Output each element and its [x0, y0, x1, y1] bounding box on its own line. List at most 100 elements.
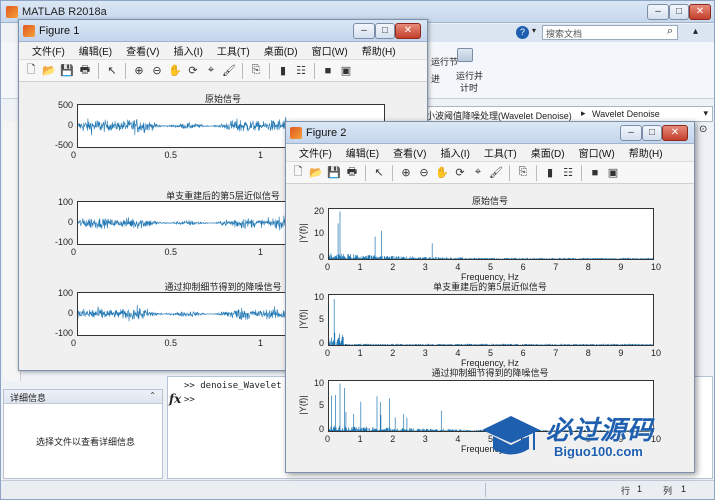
status-col-value: 1 [681, 484, 687, 494]
x-tick-label: 2 [390, 348, 396, 358]
search-icon[interactable]: ⌕ [667, 25, 673, 38]
legend-icon[interactable]: ☷ [560, 165, 576, 181]
menu-item[interactable]: 插入(I) [433, 145, 476, 160]
print-icon[interactable]: 🖶 [344, 165, 360, 181]
print-icon[interactable]: 🖶 [77, 63, 93, 79]
menu-item[interactable]: 工具(T) [477, 145, 524, 160]
ribbon-run-section-label[interactable]: 运行节 [431, 55, 458, 68]
menu-item[interactable]: 桌面(D) [257, 43, 305, 58]
menu-item[interactable]: 帮助(H) [622, 145, 670, 160]
menu-item[interactable]: 文件(F) [292, 145, 339, 160]
figure1-maximize-button[interactable]: □ [375, 23, 395, 39]
menu-item[interactable]: 编辑(E) [339, 145, 386, 160]
menu-item[interactable]: 插入(I) [166, 43, 209, 58]
figure2-plot-axes [328, 294, 654, 346]
close-button[interactable]: ✕ [689, 4, 711, 20]
open-file-icon[interactable]: 📂 [308, 165, 324, 181]
x-tick-label: 7 [553, 262, 559, 272]
details-text: 选择文件以查看详细信息 [36, 437, 136, 447]
select-pointer-icon[interactable]: ↖ [371, 165, 387, 181]
toolbar-separator [536, 164, 537, 181]
y-tick-label: 0 [67, 120, 73, 130]
y-axis-label: |Y(f)| [298, 395, 308, 415]
colorbar-icon[interactable]: ▮ [275, 63, 291, 79]
save-icon[interactable]: 💾 [326, 165, 342, 181]
graduation-cap-icon [482, 416, 540, 455]
figure2-close-button[interactable]: ✕ [662, 125, 688, 141]
save-icon[interactable]: 💾 [59, 63, 75, 79]
y-tick-label: 0 [67, 308, 73, 318]
ribbon-run-time-label-2[interactable]: 计时 [460, 81, 478, 94]
x-tick-label: 4 [455, 348, 461, 358]
brush-icon[interactable]: 🖌 [488, 165, 504, 181]
data-cursor-icon[interactable]: ⌖ [203, 63, 219, 79]
colorbar-icon[interactable]: ▮ [542, 165, 558, 181]
maximize-button[interactable]: □ [669, 4, 689, 20]
details-header[interactable]: 详细信息 ⌃ [4, 390, 162, 404]
figure2-maximize-button[interactable]: □ [642, 125, 662, 141]
address-path-2[interactable]: Wavelet Denoise [592, 109, 660, 119]
run-and-time-icon[interactable] [457, 48, 473, 62]
x-tick-label: 1 [357, 348, 363, 358]
menu-item[interactable]: 窗口(W) [572, 145, 622, 160]
fx-icon[interactable]: fx [169, 392, 181, 406]
x-tick-label: 1 [357, 262, 363, 272]
minimize-button[interactable]: – [647, 4, 669, 20]
zoom-in-icon[interactable]: ⊕ [131, 63, 147, 79]
address-dropdown-icon[interactable]: ▾ [703, 108, 708, 119]
x-tick-label: 0 [325, 348, 331, 358]
figure1-minimize-button[interactable]: – [353, 23, 375, 39]
x-tick-label: 0 [71, 247, 77, 257]
search-docs-input[interactable]: 搜索文档 [542, 25, 678, 40]
menu-item[interactable]: 查看(V) [119, 43, 166, 58]
legend-icon[interactable]: ☷ [293, 63, 309, 79]
menu-item[interactable]: 窗口(W) [305, 43, 355, 58]
x-tick-label: 0 [325, 262, 331, 272]
rotate-icon[interactable]: ⟳ [452, 165, 468, 181]
menu-item[interactable]: 帮助(H) [355, 43, 403, 58]
x-tick-label: 0 [71, 338, 77, 348]
status-divider-1 [485, 483, 486, 497]
zoom-out-icon[interactable]: ⊖ [149, 63, 165, 79]
figure2-title: Figure 2 [306, 126, 347, 139]
hide-plot-tools-icon[interactable]: ■ [587, 165, 603, 181]
link-plot-icon[interactable]: ⎘ [248, 63, 264, 79]
new-file-icon[interactable]: 🗋 [23, 63, 39, 79]
help-icon[interactable]: ? [516, 26, 529, 39]
x-tick-label: 1 [357, 434, 363, 444]
details-collapse-icon[interactable]: ⌃ [149, 391, 156, 400]
menu-item[interactable]: 工具(T) [210, 43, 257, 58]
figure1-menubar: 文件(F) 编辑(E) 查看(V) 插入(I) 工具(T) 桌面(D) 窗口(W) 帮助(H) [19, 42, 427, 60]
y-tick-label: 100 [57, 197, 73, 207]
address-bar[interactable]: 小波阈值降噪处理(Wavelet Denoise) ▸ Wavelet Deno… [421, 106, 713, 122]
y-tick-label: -100 [54, 328, 73, 338]
open-file-icon[interactable]: 📂 [41, 63, 57, 79]
figure2-minimize-button[interactable]: – [620, 125, 642, 141]
pan-icon[interactable]: ✋ [434, 165, 450, 181]
menu-item[interactable]: 桌面(D) [524, 145, 572, 160]
y-tick-label: 100 [57, 288, 73, 298]
quick-access-right-icon[interactable]: ▴ [693, 26, 698, 37]
help-dropdown-icon[interactable]: ▾ [532, 26, 536, 35]
hide-plot-tools-icon[interactable]: ■ [320, 63, 336, 79]
show-plot-tools-icon[interactable]: ▣ [338, 63, 354, 79]
pan-icon[interactable]: ✋ [167, 63, 183, 79]
show-plot-tools-icon[interactable]: ▣ [605, 165, 621, 181]
x-tick-label: 4 [455, 434, 461, 444]
link-plot-icon[interactable]: ⎘ [515, 165, 531, 181]
data-cursor-icon[interactable]: ⌖ [470, 165, 486, 181]
rotate-icon[interactable]: ⟳ [185, 63, 201, 79]
new-file-icon[interactable]: 🗋 [290, 165, 306, 181]
y-axis-label: |Y(f)| [298, 223, 308, 243]
address-bar-menu-icon[interactable]: ⊙ [699, 124, 707, 135]
menu-item[interactable]: 编辑(E) [72, 43, 119, 58]
toolbar-separator [314, 62, 315, 79]
menu-item[interactable]: 文件(F) [25, 43, 72, 58]
x-tick-label: 0.5 [164, 338, 178, 348]
brush-icon[interactable]: 🖌 [221, 63, 237, 79]
figure1-close-button[interactable]: ✕ [395, 23, 421, 39]
zoom-out-icon[interactable]: ⊖ [416, 165, 432, 181]
menu-item[interactable]: 查看(V) [386, 145, 433, 160]
zoom-in-icon[interactable]: ⊕ [398, 165, 414, 181]
select-pointer-icon[interactable]: ↖ [104, 63, 120, 79]
